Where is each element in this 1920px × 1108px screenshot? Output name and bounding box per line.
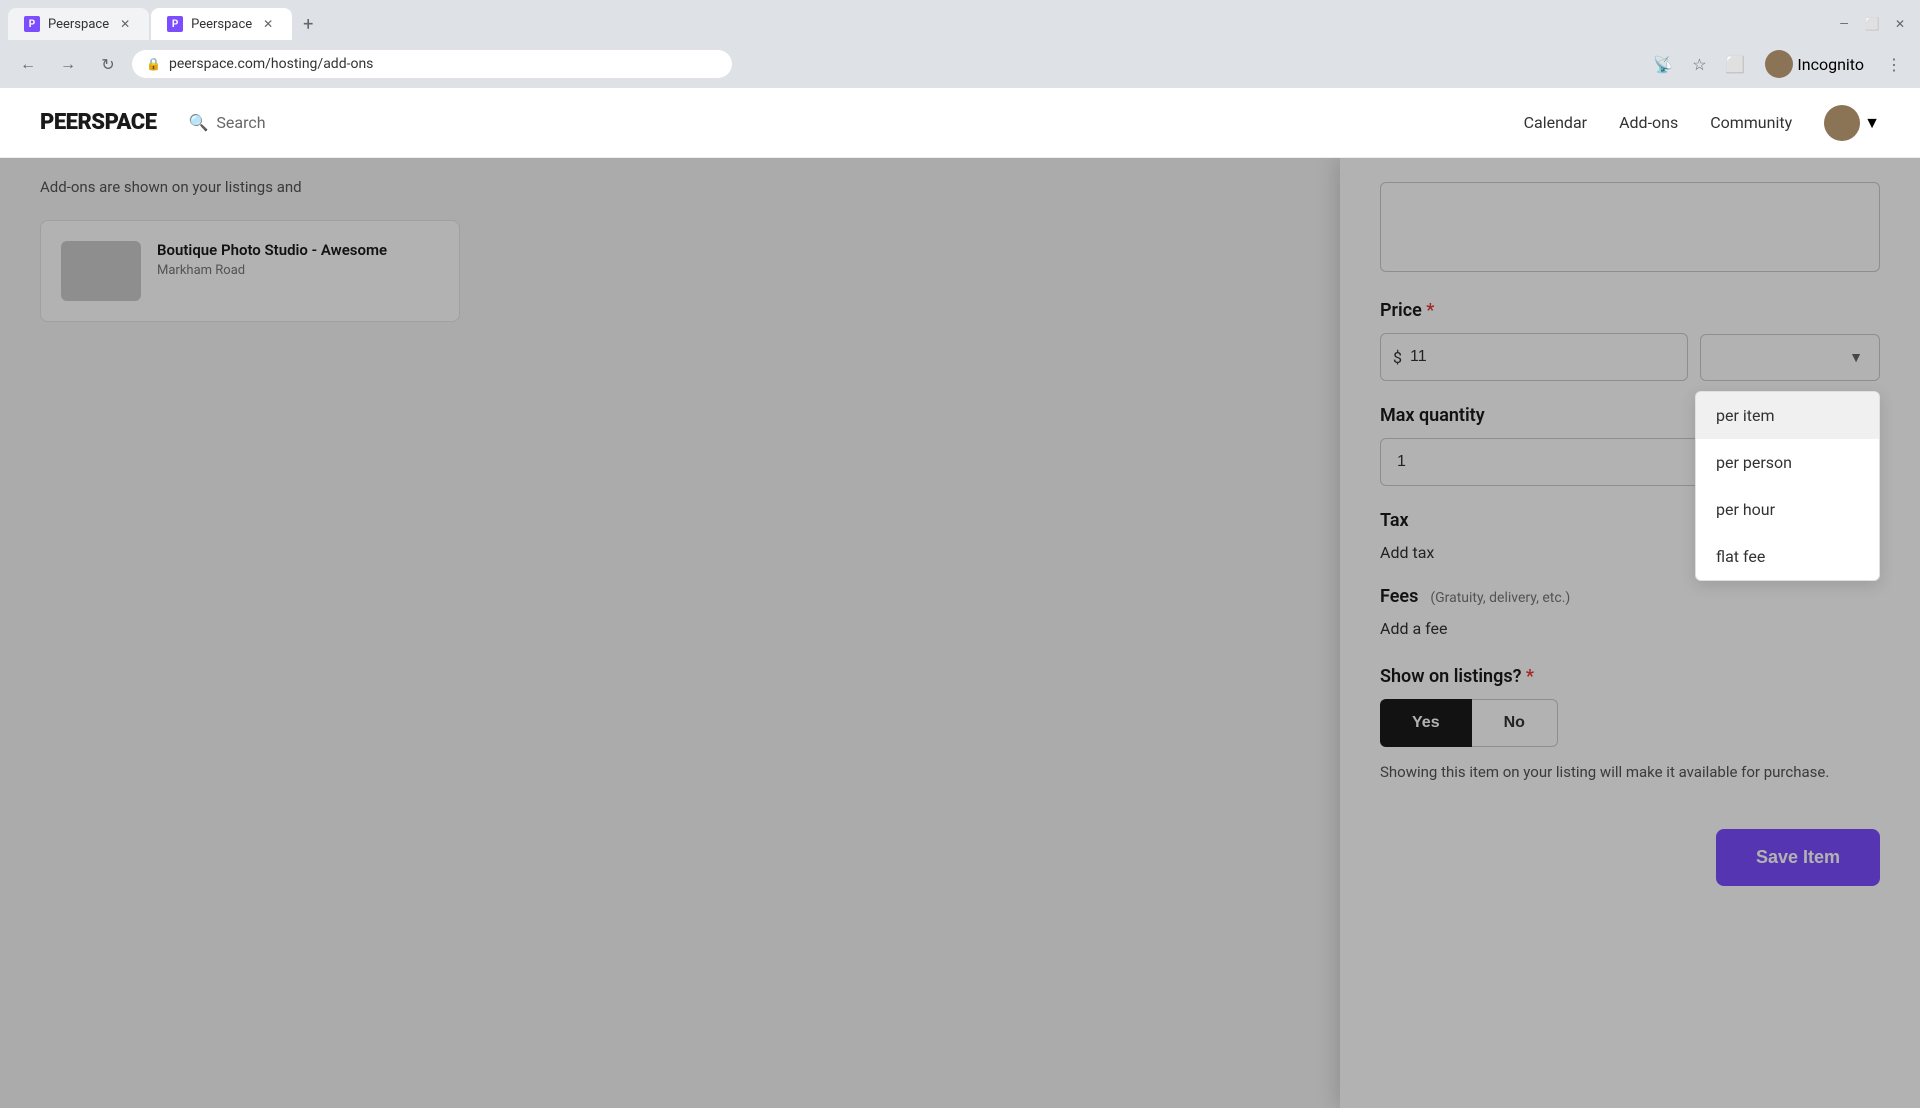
- profile-label: Incognito: [1797, 55, 1864, 74]
- user-menu[interactable]: ▼: [1824, 105, 1880, 141]
- top-nav: PEERSPACE 🔍 Search Calendar Add-ons Comm…: [0, 88, 1920, 158]
- browser-chrome: Peerspace ✕ Peerspace ✕ + — ⬜ ✕ ← → ↻ 🔒 …: [0, 0, 1920, 88]
- tab-2[interactable]: Peerspace ✕: [151, 8, 292, 40]
- lock-icon: 🔒: [146, 57, 161, 71]
- search-label: Search: [216, 113, 265, 132]
- site: PEERSPACE 🔍 Search Calendar Add-ons Comm…: [0, 88, 1920, 1108]
- search-icon: 🔍: [189, 113, 209, 132]
- nav-calendar[interactable]: Calendar: [1524, 113, 1587, 132]
- content-area: Add-ons are shown on your listings and B…: [0, 158, 1920, 1108]
- maximize-button[interactable]: ⬜: [1860, 12, 1884, 36]
- tab-bar: Peerspace ✕ Peerspace ✕ + — ⬜ ✕: [0, 0, 1920, 40]
- forward-button[interactable]: →: [52, 48, 84, 80]
- url-text: peerspace.com/hosting/add-ons: [169, 56, 373, 72]
- nav-addons[interactable]: Add-ons: [1619, 113, 1678, 132]
- dropdown-option-per-hour[interactable]: per hour: [1696, 486, 1879, 533]
- price-unit-dropdown-menu: per item per person per hour flat fee: [1695, 391, 1880, 581]
- tab-2-label: Peerspace: [191, 17, 252, 32]
- cast-icon[interactable]: 📡: [1649, 50, 1677, 78]
- nav-community[interactable]: Community: [1710, 113, 1792, 132]
- chevron-down-icon: ▼: [1864, 113, 1880, 133]
- dropdown-option-flat-fee[interactable]: flat fee: [1696, 533, 1879, 580]
- close-button[interactable]: ✕: [1888, 12, 1912, 36]
- extensions-icon[interactable]: ⬜: [1721, 50, 1749, 78]
- refresh-button[interactable]: ↻: [92, 48, 124, 80]
- search-button[interactable]: 🔍 Search: [189, 113, 266, 132]
- profile-button[interactable]: Incognito: [1757, 46, 1872, 82]
- tab-1-label: Peerspace: [48, 17, 109, 32]
- new-tab-button[interactable]: +: [294, 10, 322, 38]
- tab-2-favicon: [167, 16, 183, 32]
- nav-links: Calendar Add-ons Community ▼: [1524, 105, 1880, 141]
- tab-2-close[interactable]: ✕: [260, 16, 276, 32]
- toolbar-icons: 📡 ☆ ⬜ Incognito ⋮: [1649, 46, 1908, 82]
- avatar: [1765, 50, 1793, 78]
- back-button[interactable]: ←: [12, 48, 44, 80]
- address-bar: ← → ↻ 🔒 peerspace.com/hosting/add-ons 📡 …: [0, 40, 1920, 88]
- modal-overlay: [0, 158, 1920, 1108]
- dropdown-option-per-item[interactable]: per item: [1696, 392, 1879, 439]
- logo[interactable]: PEERSPACE: [40, 110, 157, 135]
- dropdown-option-per-person[interactable]: per person: [1696, 439, 1879, 486]
- menu-icon[interactable]: ⋮: [1880, 50, 1908, 78]
- tab-1-close[interactable]: ✕: [117, 16, 133, 32]
- bookmark-icon[interactable]: ☆: [1685, 50, 1713, 78]
- url-bar[interactable]: 🔒 peerspace.com/hosting/add-ons: [132, 50, 732, 78]
- tab-1[interactable]: Peerspace ✕: [8, 8, 149, 40]
- tab-1-favicon: [24, 16, 40, 32]
- minimize-button[interactable]: —: [1832, 12, 1856, 36]
- user-avatar: [1824, 105, 1860, 141]
- window-controls: — ⬜ ✕: [1832, 12, 1912, 36]
